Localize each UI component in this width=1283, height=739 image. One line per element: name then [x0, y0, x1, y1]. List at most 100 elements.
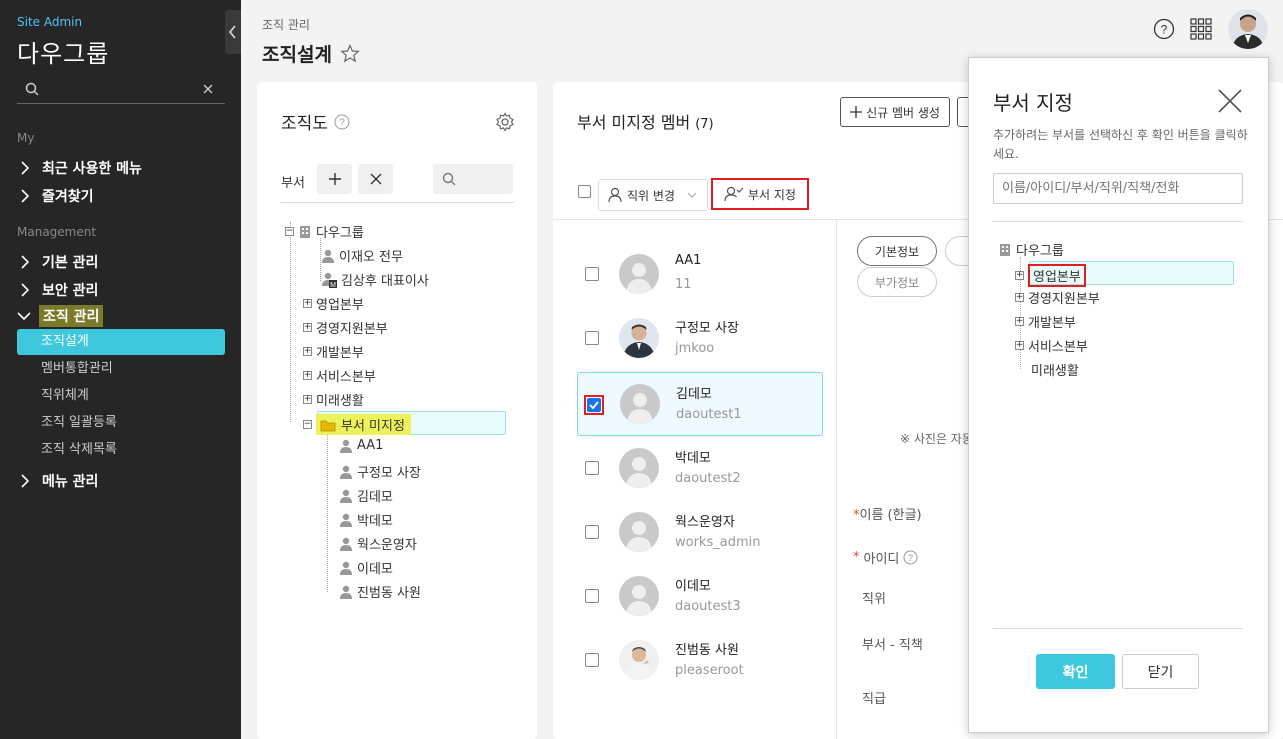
submenu-rank-system[interactable]: 직위체계: [17, 383, 225, 409]
expand-toggle-icon[interactable]: +: [1015, 341, 1024, 350]
expand-toggle-icon[interactable]: +: [1015, 293, 1024, 302]
modal-search-input[interactable]: [993, 173, 1243, 204]
member-name: 구정모 사장: [675, 321, 739, 336]
tree-dept[interactable]: + 개발본부: [303, 342, 364, 361]
page-title: 조직설계: [262, 40, 360, 67]
tree-dept[interactable]: + 영업본부: [303, 294, 364, 313]
member-checkbox[interactable]: [585, 331, 599, 345]
member-row[interactable]: 웍스운영자 works_admin: [577, 501, 823, 565]
menu-security-mgmt[interactable]: 보안 관리: [20, 279, 102, 301]
help-icon[interactable]: ?: [334, 114, 350, 130]
tree-member[interactable]: 웍스운영자: [339, 534, 417, 553]
delete-dept-button[interactable]: [358, 164, 393, 194]
member-row[interactable]: 이데모 daoutest3: [577, 565, 823, 629]
settings-gear-icon[interactable]: [495, 112, 515, 132]
modal-tree-dept[interactable]: + 경영지원본부: [1015, 288, 1100, 307]
modal-title: 부서 지정: [993, 91, 1073, 115]
star-icon[interactable]: [340, 44, 360, 63]
menu-menu-mgmt[interactable]: 메뉴 관리: [20, 470, 102, 492]
tree-member[interactable]: 이데모: [339, 558, 393, 577]
person-outline-icon: [608, 187, 622, 203]
tree-member[interactable]: 박데모: [339, 510, 393, 529]
modal-tree-dept-selected[interactable]: + 영업본부: [1015, 264, 1086, 287]
apps-grid-icon[interactable]: [1190, 18, 1212, 40]
menu-basic-mgmt[interactable]: 기본 관리: [20, 251, 102, 273]
tree-member[interactable]: 구정모 사장: [339, 462, 421, 481]
user-avatar[interactable]: [1228, 9, 1268, 49]
expand-toggle-icon[interactable]: +: [303, 299, 312, 308]
member-id: daoutest2: [675, 471, 741, 486]
member-checkbox-checked[interactable]: [587, 398, 601, 412]
member-row[interactable]: 박데모 daoutest2: [577, 437, 823, 501]
breadcrumb[interactable]: 조직 관리: [262, 16, 310, 33]
expand-toggle-icon[interactable]: +: [303, 395, 312, 404]
expand-toggle-icon[interactable]: +: [303, 323, 312, 332]
member-row[interactable]: 구정모 사장 jmkoo: [577, 307, 823, 371]
submenu-member-mgmt[interactable]: 멤버통합관리: [17, 356, 225, 382]
dept-search-button[interactable]: [433, 164, 513, 194]
tree-member[interactable]: 김데모: [339, 486, 393, 505]
tree-member[interactable]: 진범동 사원: [339, 582, 421, 601]
close-icon[interactable]: [1217, 88, 1243, 114]
member-checkbox[interactable]: [585, 267, 599, 281]
tab-extra-info[interactable]: 부가정보: [857, 267, 937, 297]
expand-toggle-icon[interactable]: +: [303, 371, 312, 380]
menu-recent[interactable]: 최근 사용한 메뉴: [20, 157, 146, 179]
tree-member[interactable]: AA1: [339, 438, 383, 453]
tree-dept[interactable]: + 미래생활: [303, 390, 364, 409]
modal-tree-root[interactable]: 다우그룹: [998, 240, 1064, 259]
company-name[interactable]: 다우그룹: [17, 34, 109, 69]
field-label-name: *이름 (한글): [853, 508, 922, 523]
expand-toggle-icon[interactable]: +: [1015, 271, 1024, 280]
tab-basic-info[interactable]: 기본정보: [857, 236, 937, 266]
submenu-deleted-list[interactable]: 조직 삭제목록: [17, 437, 225, 463]
modal-tree-dept[interactable]: 미래생활: [1031, 360, 1079, 379]
member-checkbox[interactable]: [585, 461, 599, 475]
submenu-org-design[interactable]: 조직설계: [17, 329, 225, 355]
member-row-selected[interactable]: 김데모 daoutest1: [577, 372, 823, 436]
photo-note: ※ 사진은 자동: [900, 432, 973, 446]
help-icon[interactable]: ?: [903, 550, 918, 565]
tree-person[interactable]: M 김상후 대표이사: [321, 270, 429, 289]
modal-tree-dept[interactable]: + 개발본부: [1015, 312, 1076, 331]
section-my: My: [17, 131, 35, 145]
member-row[interactable]: 진범동 사원 pleaseroot: [577, 629, 823, 693]
person-icon: [340, 489, 352, 503]
tree-root[interactable]: − 다우그룹: [285, 222, 364, 241]
svg-text:?: ?: [339, 117, 345, 128]
help-icon[interactable]: ?: [1153, 18, 1175, 40]
expand-toggle-icon[interactable]: +: [303, 347, 312, 356]
add-dept-button[interactable]: [317, 164, 352, 194]
menu-favorites[interactable]: 즐겨찾기: [20, 185, 98, 207]
collapse-toggle-icon[interactable]: −: [303, 420, 312, 429]
new-member-button[interactable]: 신규 멤버 생성: [840, 97, 950, 127]
rank-change-button[interactable]: 직위 변경: [598, 179, 708, 211]
search-icon: [442, 172, 456, 186]
modal-tree-dept[interactable]: + 서비스본부: [1015, 336, 1088, 355]
menu-org-mgmt[interactable]: 조직 관리: [17, 305, 104, 327]
member-row[interactable]: AA1 11: [577, 243, 823, 307]
assign-dept-button[interactable]: 부서 지정: [711, 178, 809, 210]
modal-description: 추가하려는 부서를 선택하신 후 확인 버튼을 클릭하세요.: [993, 128, 1248, 161]
tree-person[interactable]: 이재오 전무: [321, 246, 403, 265]
tree-dept[interactable]: + 서비스본부: [303, 366, 376, 385]
member-checkbox[interactable]: [585, 525, 599, 539]
member-checkbox[interactable]: [585, 589, 599, 603]
close-button[interactable]: 닫기: [1122, 654, 1199, 689]
assign-dept-modal: 부서 지정 추가하려는 부서를 선택하신 후 확인 버튼을 클릭하세요. 다우그…: [968, 57, 1269, 733]
sidebar: Site Admin 다우그룹 My 최근 사용한 메뉴 즐겨찾기 Manage…: [0, 0, 241, 739]
chevron-right-icon: [21, 283, 30, 297]
sidebar-search[interactable]: [17, 76, 225, 104]
collapse-sidebar-button[interactable]: [225, 10, 241, 54]
person-icon: [340, 537, 352, 551]
expand-toggle-icon[interactable]: +: [1015, 317, 1024, 326]
avatar-placeholder-icon: [619, 512, 659, 552]
chevron-right-icon: [21, 255, 30, 269]
submenu-bulk-register[interactable]: 조직 일괄등록: [17, 410, 225, 436]
member-checkbox[interactable]: [585, 653, 599, 667]
tree-dept-unassigned[interactable]: − 부서 미지정: [303, 414, 411, 435]
tree-dept[interactable]: + 경영지원본부: [303, 318, 388, 337]
select-all-checkbox[interactable]: [578, 185, 591, 198]
collapse-toggle-icon[interactable]: −: [285, 227, 294, 236]
confirm-button[interactable]: 확인: [1036, 654, 1115, 689]
